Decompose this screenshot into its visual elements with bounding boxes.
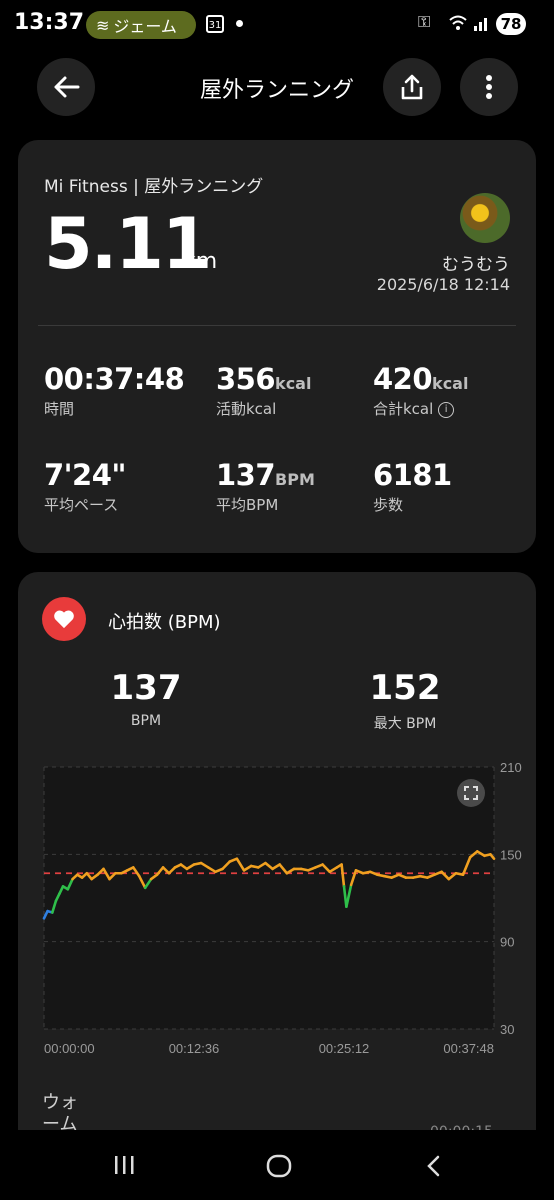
- stat-label: 活動kcal: [216, 400, 277, 418]
- x-tick-label: 00:25:12: [319, 1041, 370, 1056]
- stat-label: 合計kcal: [373, 400, 434, 418]
- share-icon: [401, 74, 423, 100]
- media-pill-text: ジェーム: [113, 17, 177, 36]
- heart-rate-title: 心拍数 (BPM): [108, 612, 221, 633]
- max-bpm-label: 最大 BPM: [373, 716, 437, 732]
- y-tick-label: 30: [500, 1022, 514, 1037]
- more-vertical-icon: [486, 75, 492, 99]
- stat-avg-pace: 7'24" 平均ペース: [44, 458, 127, 515]
- stat-duration: 00:37:48 時間: [44, 362, 185, 419]
- expand-icon: [464, 786, 478, 800]
- back-nav-button[interactable]: [424, 1154, 442, 1182]
- stat-label: 平均ペース: [44, 496, 119, 514]
- user-name: むうむう: [442, 255, 510, 275]
- stat-label: 歩数: [373, 496, 404, 514]
- y-tick-label: 150: [500, 847, 522, 862]
- recent-apps-icon: [115, 1156, 134, 1174]
- x-tick-label: 00:12:36: [169, 1041, 220, 1056]
- recent-apps-button[interactable]: [112, 1154, 136, 1180]
- x-tick-label: 00:37:48: [443, 1041, 494, 1056]
- calendar-day: 31: [208, 20, 222, 31]
- stat-active-kcal: 356kcal 活動kcal: [216, 362, 311, 419]
- calendar-icon: 31: [206, 15, 224, 33]
- avg-bpm-label: BPM: [130, 713, 162, 729]
- arrow-left-icon: [54, 76, 80, 98]
- stat-unit: kcal: [275, 374, 312, 393]
- stat-unit: kcal: [432, 374, 469, 393]
- stat-value: 356: [216, 362, 276, 396]
- avatar[interactable]: [460, 193, 510, 243]
- signal-icon: [474, 18, 487, 31]
- avg-bpm-value: 137: [110, 668, 182, 708]
- wifi-icon: [449, 15, 467, 30]
- distance-unit: km: [183, 249, 218, 274]
- y-tick-label: 90: [500, 935, 514, 950]
- max-bpm-value: 152: [369, 668, 441, 708]
- notification-dot-icon: [236, 20, 243, 27]
- media-pill[interactable]: ≋ ジェーム: [86, 11, 196, 39]
- page-title: 屋外ランニング: [199, 78, 354, 103]
- stat-unit: BPM: [275, 470, 315, 489]
- stat-value: 137: [216, 458, 276, 492]
- stat-label: 平均BPM: [216, 496, 279, 514]
- more-button[interactable]: [460, 58, 518, 116]
- info-icon[interactable]: i: [438, 401, 455, 418]
- wifi-call-icon: ≋: [96, 15, 110, 35]
- expand-chart-button[interactable]: [457, 779, 485, 807]
- stat-avg-bpm: 137BPM 平均BPM: [216, 458, 315, 515]
- home-icon: [266, 1154, 292, 1178]
- key-icon: ⚿: [418, 12, 431, 31]
- heart-icon: [42, 597, 86, 641]
- share-button[interactable]: [383, 58, 441, 116]
- system-nav-bar: [0, 1130, 554, 1200]
- x-tick-label: 00:00:00: [44, 1041, 95, 1056]
- y-tick-label: 210: [500, 760, 522, 775]
- stat-steps: 6181 歩数: [373, 458, 452, 515]
- chart-plot-area: [44, 767, 494, 1029]
- workout-source: Mi Fitness | 屋外ランニング: [44, 177, 264, 197]
- chevron-left-icon: [427, 1155, 440, 1177]
- stat-label: 時間: [44, 400, 75, 418]
- back-button[interactable]: [37, 58, 95, 116]
- stat-value: 420: [373, 362, 433, 396]
- battery-indicator: 78: [496, 13, 526, 35]
- workout-datetime: 2025/6/18 12:14: [376, 275, 510, 294]
- stat-value: 6181: [373, 458, 452, 492]
- divider: [38, 325, 516, 326]
- stat-total-kcal: 420kcal 合計kcal i: [373, 362, 468, 419]
- status-time: 13:37: [14, 10, 85, 35]
- home-button[interactable]: [266, 1154, 292, 1182]
- stat-value: 7'24": [44, 458, 127, 492]
- stat-value: 00:37:48: [44, 362, 185, 396]
